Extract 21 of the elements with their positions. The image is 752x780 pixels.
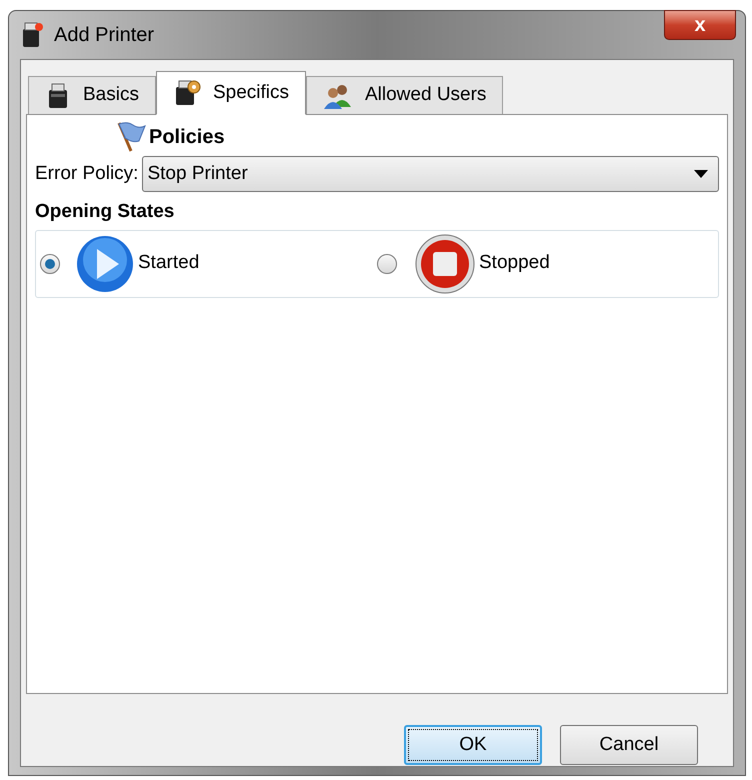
error-policy-dropdown[interactable]: Stop Printer bbox=[142, 156, 719, 192]
radio-button[interactable] bbox=[377, 254, 397, 274]
option-label: Started bbox=[138, 251, 200, 276]
tab[interactable]: Specifics bbox=[156, 71, 306, 115]
cancel-button[interactable]: Cancel bbox=[560, 725, 698, 765]
flag-icon bbox=[115, 121, 147, 153]
play-icon bbox=[76, 234, 134, 292]
dropdown-arrow-icon bbox=[694, 170, 708, 178]
close-button[interactable]: x bbox=[664, 10, 736, 40]
printer-icon bbox=[20, 21, 44, 49]
section-heading: Policies bbox=[149, 125, 225, 150]
window-title: Add Printer bbox=[54, 23, 154, 48]
tab[interactable]: Basics bbox=[28, 76, 156, 114]
option-label: Stopped bbox=[479, 251, 550, 276]
users-icon bbox=[323, 82, 353, 108]
section-heading: Opening States bbox=[35, 200, 176, 224]
radio-button[interactable] bbox=[40, 254, 60, 274]
tab[interactable]: Allowed Users bbox=[306, 76, 504, 114]
field-label: Error Policy: bbox=[35, 162, 138, 186]
stop-icon bbox=[415, 234, 475, 294]
ok-button[interactable]: OK bbox=[404, 725, 542, 765]
